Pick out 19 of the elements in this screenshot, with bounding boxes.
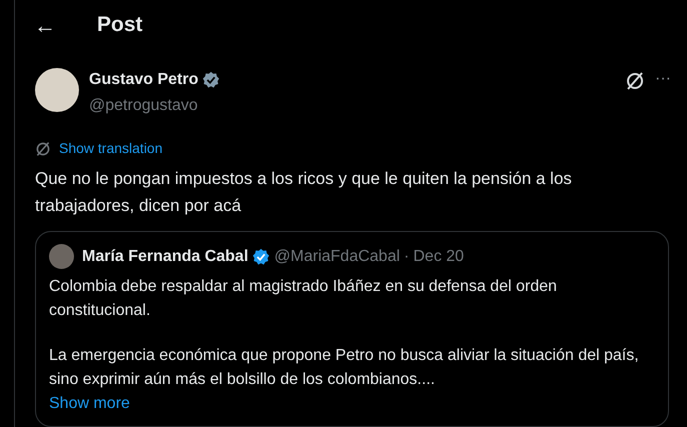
post-text: Que no le pongan impuestos a los ricos y que le quiten la pensión a los trabajadores, dicen por acá (34, 168, 573, 217)
quoted-post-card[interactable] (35, 231, 669, 427)
show-translation-link[interactable]: Show translation (59, 138, 163, 159)
author-name: María Fernanda Cabal (82, 246, 248, 266)
avatar-icon (35, 68, 79, 112)
post-date: Dec 20 (413, 246, 464, 266)
translate-icon (35, 140, 51, 156)
show-more-link[interactable]: Show more (49, 392, 655, 416)
quoted-post-text: La emergencia económica que propone Petro no busca aliviar la situación del país, sino exprimir aún más el bolsillo de los colombianos.... (49, 346, 640, 390)
quoted-post-text: Colombia debe respaldar al magistrado Ibáñez en su defensa del orden constitucional. (49, 277, 558, 321)
author-handle: @MariaFdaCabal (274, 246, 400, 266)
more-button[interactable]: ··· (655, 69, 671, 89)
translate-icon[interactable] (625, 71, 646, 91)
separator: · (404, 246, 410, 266)
author-handle[interactable]: @petrogustavo (89, 94, 220, 118)
page-title: Post (97, 12, 143, 38)
back-button[interactable]: ← (33, 8, 57, 42)
author-name[interactable]: Gustavo Petro (89, 68, 198, 92)
avatar-icon (49, 244, 74, 269)
